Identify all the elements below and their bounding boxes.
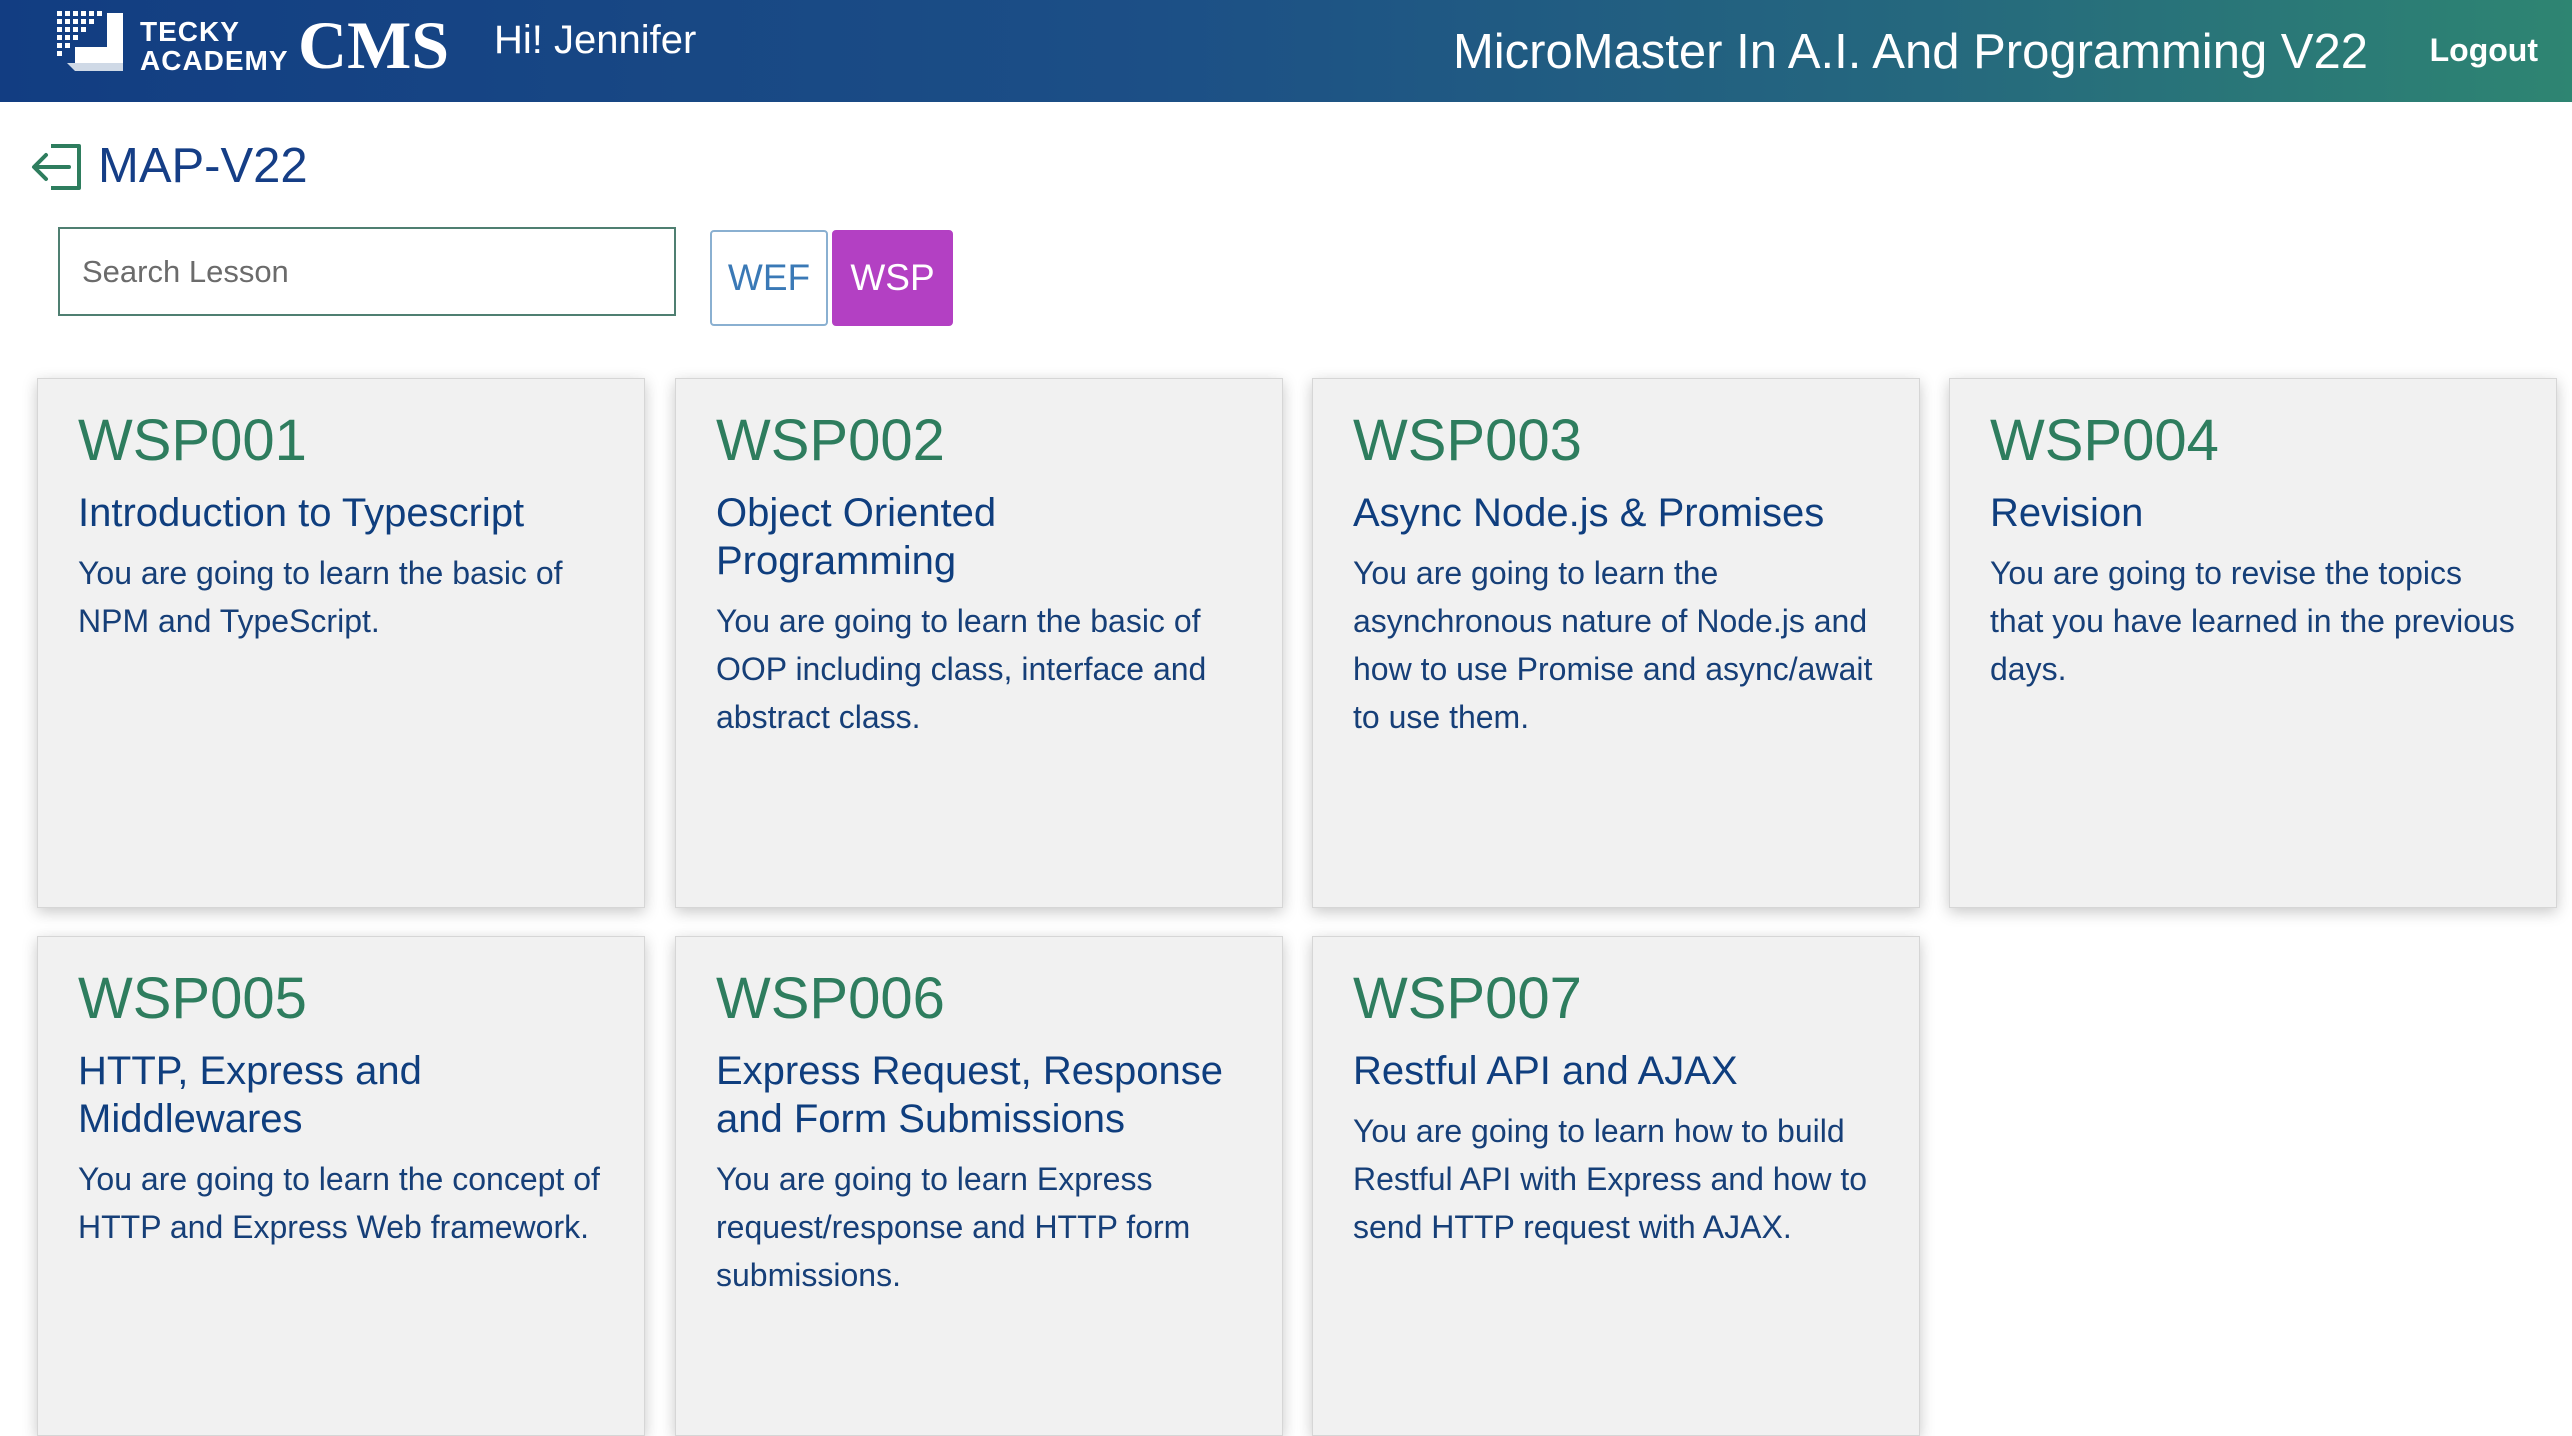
page-title: MAP-V22	[98, 139, 308, 193]
lesson-description: You are going to learn the basic of NPM …	[78, 555, 563, 639]
lesson-card-wsp006[interactable]: WSP006 Express Request, Response and For…	[675, 936, 1283, 1436]
top-nav-bar: TECKY ACADEMY CMS Hi! Jennifer MicroMast…	[0, 0, 2572, 102]
lesson-code: WSP005	[78, 966, 307, 1031]
lesson-description: You are going to learn Express request/r…	[716, 1161, 1191, 1293]
lesson-code: WSP003	[1353, 408, 1582, 473]
filter-wef-button[interactable]: WEF	[710, 230, 828, 326]
lesson-title: Revision	[1990, 491, 2144, 535]
lesson-code: WSP006	[716, 966, 945, 1031]
lesson-card-wsp005[interactable]: WSP005 HTTP, Express and Middlewares You…	[37, 936, 645, 1436]
lesson-title: Object Oriented Programming	[716, 491, 997, 583]
lesson-description: You are going to revise the topics that …	[1990, 555, 2515, 687]
back-arrow-icon[interactable]	[27, 142, 85, 192]
lesson-code: WSP002	[716, 408, 945, 473]
lesson-title: Async Node.js & Promises	[1353, 491, 1825, 535]
lesson-code: WSP007	[1353, 966, 1582, 1031]
logo-cms: CMS	[298, 7, 450, 83]
lesson-title: Express Request, Response and Form Submi…	[716, 1049, 1223, 1141]
course-title: MicroMaster In A.I. And Programming V22	[1452, 25, 2368, 79]
lesson-code: WSP001	[78, 408, 307, 473]
lesson-card-wsp002[interactable]: WSP002 Object Oriented Programming You a…	[675, 378, 1283, 908]
lesson-description: You are going to learn the basic of OOP …	[716, 603, 1207, 735]
lesson-card-wsp001[interactable]: WSP001 Introduction to Typescript You ar…	[37, 378, 645, 908]
lesson-code: WSP004	[1990, 408, 2219, 473]
lesson-title: HTTP, Express and Middlewares	[78, 1049, 422, 1141]
user-greeting: Hi! Jennifer	[494, 18, 697, 62]
logout-button[interactable]: Logout	[2430, 32, 2538, 69]
logo-wordmark: TECKY ACADEMY	[140, 17, 289, 75]
logo-line-academy: ACADEMY	[140, 45, 289, 76]
lesson-card-wsp003[interactable]: WSP003 Async Node.js & Promises You are …	[1312, 378, 1920, 908]
logo-line-tecky: TECKY	[140, 16, 240, 47]
lesson-description: You are going to learn the concept of HT…	[78, 1161, 600, 1245]
lesson-description: You are going to learn how to build Rest…	[1353, 1113, 1868, 1245]
lesson-title: Restful API and AJAX	[1353, 1049, 1738, 1093]
filter-wsp-button[interactable]: WSP	[832, 230, 953, 326]
lesson-card-wsp007[interactable]: WSP007 Restful API and AJAX You are goin…	[1312, 936, 1920, 1436]
lesson-title: Introduction to Typescript	[78, 491, 525, 535]
lesson-card-wsp004[interactable]: WSP004 Revision You are going to revise …	[1949, 378, 2557, 908]
tecky-logo-icon	[57, 11, 123, 71]
lesson-description: You are going to learn the asynchronous …	[1353, 555, 1873, 735]
search-lesson-input[interactable]	[58, 227, 676, 316]
